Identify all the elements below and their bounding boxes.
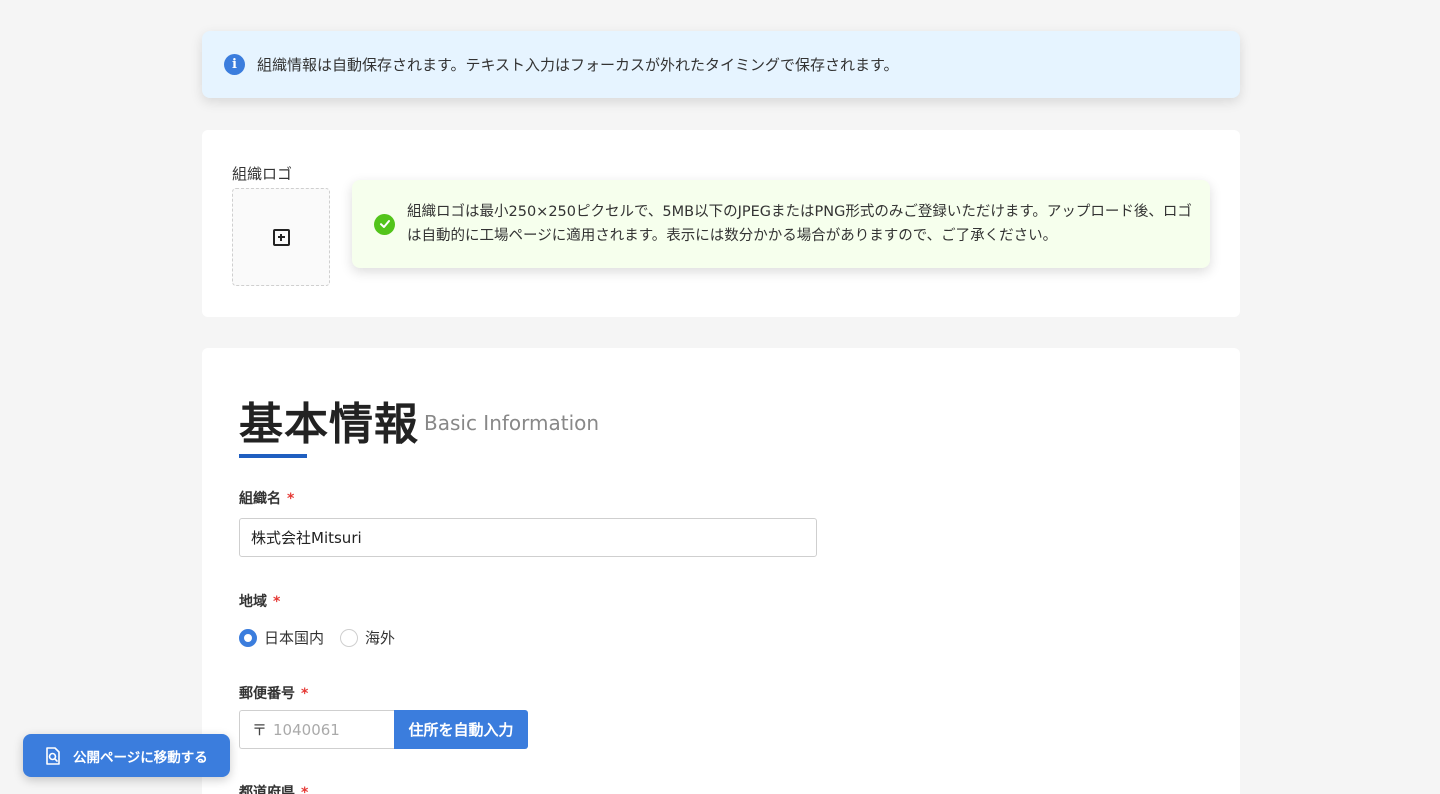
page: i 組織情報は自動保存されます。テキスト入力はフォーカスが外れたタイミングで保存… <box>0 0 1440 794</box>
region-radio-overseas[interactable]: 海外 <box>340 627 395 648</box>
org-name-input[interactable] <box>239 518 817 557</box>
prefecture-label: 都道府県 * <box>239 782 308 794</box>
go-to-public-page-label: 公開ページに移動する <box>73 749 208 766</box>
required-mark: * <box>301 785 309 794</box>
postal-code-label-text: 郵便番号 <box>239 686 295 702</box>
org-name-label: 組織名 * <box>239 488 294 508</box>
postal-code-label: 郵便番号 * <box>239 683 308 703</box>
prefecture-label-text: 都道府県 <box>239 785 295 794</box>
region-label-text: 地域 <box>239 594 267 610</box>
check-circle-icon <box>374 213 395 235</box>
page-search-icon <box>46 746 60 765</box>
radio-unchecked-icon <box>340 628 359 647</box>
logo-requirements-alert: 組織ロゴは最小250×250ピクセルで、5MB以下のJPEGまたはPNG形式のみ… <box>352 180 1210 268</box>
logo-requirements-text: 組織ロゴは最小250×250ピクセルで、5MB以下のJPEGまたはPNG形式のみ… <box>407 204 1192 244</box>
postal-mark-prefix: 〒 <box>252 721 268 739</box>
org-name-label-text: 組織名 <box>239 491 281 507</box>
section-title: 基本情報 <box>239 399 419 450</box>
title-underline <box>239 454 307 458</box>
radio-checked-icon <box>239 628 257 647</box>
region-radio-domestic[interactable]: 日本国内 <box>239 627 324 648</box>
basic-info-card: 基本情報 Basic Information 組織名* 地域* 日本国内 海外 … <box>202 348 1240 794</box>
go-to-public-page-button[interactable]: 公開ページに移動する <box>23 734 230 777</box>
required-mark: * <box>287 491 295 507</box>
region-label: 地域 * <box>239 591 280 611</box>
autosave-info-alert: i 組織情報は自動保存されます。テキスト入力はフォーカスが外れたタイミングで保存… <box>202 31 1240 98</box>
required-mark: * <box>273 594 281 610</box>
region-option-label: 日本国内 <box>264 629 325 647</box>
required-mark: * <box>301 686 309 702</box>
logo-card: 組織ロゴ 組織ロゴは最小250×250ピクセルで、5MB以下のJPEGまたはPN… <box>202 130 1240 317</box>
logo-upload-button[interactable] <box>232 188 330 286</box>
postal-code-input-wrapper: 〒 <box>239 710 394 749</box>
region-radio-group: 日本国内 海外 <box>239 627 411 648</box>
region-option-label: 海外 <box>365 629 396 647</box>
postal-code-input[interactable] <box>273 720 384 739</box>
postal-code-group: 〒 住所を自動入力 <box>239 710 528 749</box>
autofill-address-button[interactable]: 住所を自動入力 <box>394 710 528 749</box>
logo-label: 組織ロゴ <box>232 165 293 183</box>
info-icon: i <box>224 54 245 75</box>
plus-square-icon <box>272 228 290 246</box>
section-subtitle: Basic Information <box>424 411 600 435</box>
info-alert-text: 組織情報は自動保存されます。テキスト入力はフォーカスが外れたタイミングで保存され… <box>257 56 899 74</box>
